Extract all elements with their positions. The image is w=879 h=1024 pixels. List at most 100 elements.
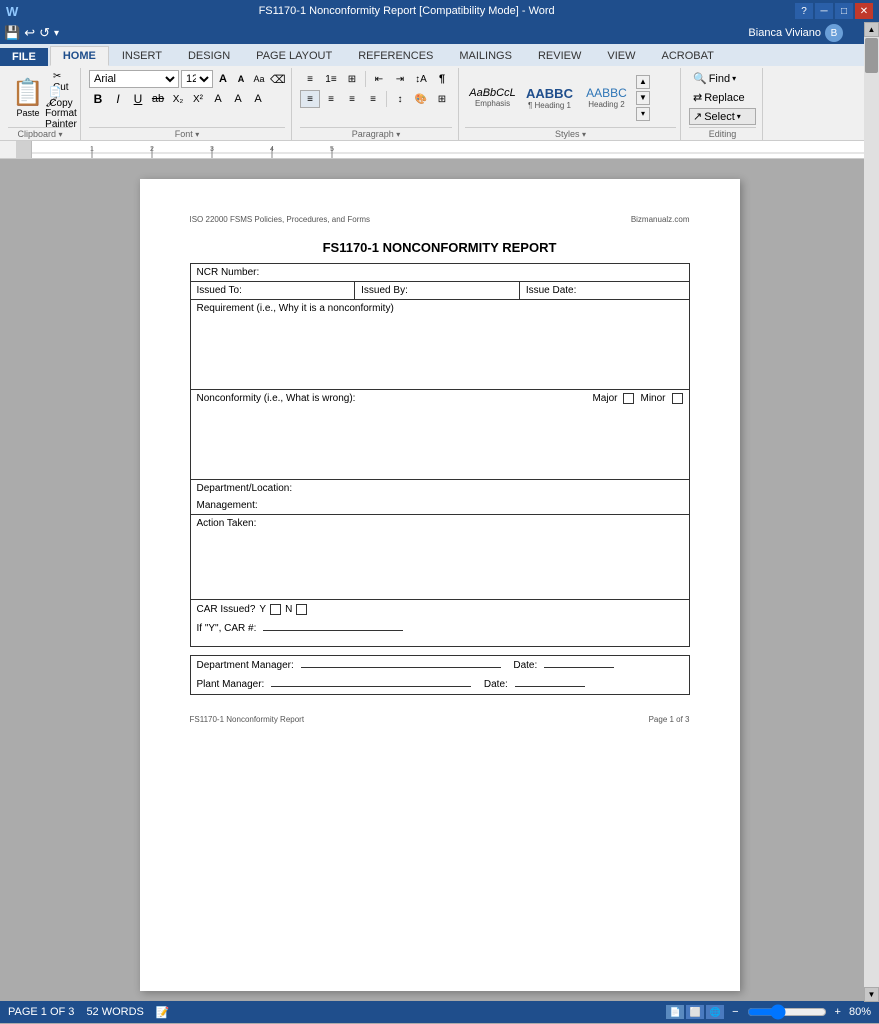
select-button[interactable]: ↗ Select ▾	[689, 108, 756, 125]
save-qat-button[interactable]: 💾	[4, 25, 20, 41]
superscript-button[interactable]: X²	[189, 90, 207, 108]
tab-home[interactable]: HOME	[50, 46, 109, 66]
styles-scroll-down[interactable]: ▼	[636, 91, 650, 105]
undo-qat-button[interactable]: ↩	[24, 25, 35, 41]
car-issued-cell: CAR Issued? Y N	[190, 600, 689, 620]
sort-button[interactable]: ↕A	[411, 70, 431, 88]
tab-file[interactable]: FILE	[0, 48, 48, 66]
tab-references[interactable]: REFERENCES	[345, 46, 446, 66]
font-size-selector[interactable]: 12	[181, 70, 213, 88]
align-right-button[interactable]: ≡	[342, 90, 362, 108]
redo-qat-button[interactable]: ↺	[39, 25, 50, 41]
dept-location-label: Department/Location:	[197, 483, 293, 494]
document-page: ISO 22000 FSMS Policies, Procedures, and…	[140, 179, 740, 991]
find-icon: 🔍	[693, 72, 707, 85]
tab-insert[interactable]: INSERT	[109, 46, 175, 66]
zoom-out-icon[interactable]: −	[732, 1006, 738, 1018]
date1-line	[544, 667, 614, 668]
header-right: Bizmanualz.com	[631, 215, 690, 224]
increase-indent-button[interactable]: ⇥	[390, 70, 410, 88]
web-layout-view[interactable]: 🌐	[706, 1005, 724, 1019]
replace-button[interactable]: ⇄ Replace	[689, 89, 756, 106]
shading-button[interactable]: 🎨	[411, 90, 431, 108]
tab-design[interactable]: DESIGN	[175, 46, 243, 66]
full-screen-view[interactable]: ⬜	[686, 1005, 704, 1019]
customize-qat-button[interactable]: ▾	[54, 28, 59, 39]
borders-button[interactable]: ⊞	[432, 90, 452, 108]
styles-group-label: Styles ▾	[465, 127, 676, 140]
scroll-down-button[interactable]: ▼	[864, 987, 879, 1002]
restore-button[interactable]: □	[835, 3, 853, 19]
car-n-label: N	[285, 604, 292, 615]
find-label: Find	[709, 73, 730, 85]
underline-button[interactable]: U	[129, 90, 147, 108]
decrease-indent-button[interactable]: ⇤	[369, 70, 389, 88]
justify-button[interactable]: ≡	[363, 90, 383, 108]
minimize-button[interactable]: ─	[815, 3, 833, 19]
align-left-button[interactable]: ≡	[300, 90, 320, 108]
align-center-button[interactable]: ≡	[321, 90, 341, 108]
page-info: PAGE 1 OF 3	[8, 1006, 74, 1018]
find-button[interactable]: 🔍 Find ▾	[689, 70, 756, 87]
bullets-button[interactable]: ≡	[300, 70, 320, 88]
format-painter-button[interactable]: 🖌 Format Painter	[50, 106, 72, 121]
tab-acrobat[interactable]: ACROBAT	[648, 46, 726, 66]
show-formatting-button[interactable]: ¶	[432, 70, 452, 88]
multilevel-button[interactable]: ⊞	[342, 70, 362, 88]
paste-button[interactable]: 📋 Paste	[8, 73, 48, 123]
strikethrough-button[interactable]: ab	[149, 90, 167, 108]
zoom-slider[interactable]	[747, 1008, 827, 1016]
document-area: ISO 22000 FSMS Policies, Procedures, and…	[0, 159, 879, 1001]
window-controls: ? ─ □ ✕	[795, 3, 873, 19]
scroll-up-button[interactable]: ▲	[864, 22, 879, 37]
styles-scroll-up[interactable]: ▲	[636, 75, 650, 89]
style-heading1-preview: AABBC	[526, 86, 573, 101]
subscript-button[interactable]: X₂	[169, 90, 187, 108]
clear-format-button[interactable]: ⌫	[269, 71, 285, 87]
font-shrink-button[interactable]: A	[233, 71, 249, 87]
page-header: ISO 22000 FSMS Policies, Procedures, and…	[190, 215, 690, 224]
car-number-row: If "Y", CAR #:	[190, 619, 689, 647]
font-grow-button[interactable]: A	[215, 71, 231, 87]
close-button[interactable]: ✕	[855, 3, 873, 19]
tab-mailings[interactable]: MAILINGS	[446, 46, 525, 66]
styles-more[interactable]: ▾	[636, 107, 650, 121]
issue-date-label: Issue Date:	[526, 285, 577, 296]
svg-text:4: 4	[270, 146, 274, 153]
word-icon: W	[6, 4, 18, 19]
editing-group-label: Editing	[689, 127, 756, 140]
clipboard-group: 📋 Paste ✂ Cut 📄 Copy 🖌 Format Painter Cl…	[0, 68, 81, 140]
change-case-button[interactable]: Aa	[251, 71, 267, 87]
word-count: 52 WORDS	[86, 1006, 143, 1018]
scroll-thumb[interactable]	[865, 38, 878, 73]
clipboard-label: Clipboard ▾	[8, 127, 72, 140]
title-bar: W FS1170-1 Nonconformity Report [Compati…	[0, 0, 879, 22]
plant-manager-label: Plant Manager:	[197, 679, 265, 690]
help-button[interactable]: ?	[795, 3, 813, 19]
text-effects-button[interactable]: A	[249, 90, 267, 108]
style-emphasis[interactable]: AaBbCcL Emphasis	[465, 84, 520, 111]
car-issued-row: CAR Issued? Y N	[190, 600, 689, 620]
footer-left: FS1170-1 Nonconformity Report	[190, 715, 305, 724]
style-heading1[interactable]: AABBC ¶ Heading 1	[522, 83, 577, 113]
style-emphasis-preview: AaBbCcL	[469, 87, 515, 99]
zoom-in-icon[interactable]: +	[835, 1006, 841, 1018]
line-spacing-button[interactable]: ↕	[390, 90, 410, 108]
major-label: Major	[592, 393, 617, 404]
issued-row: Issued To: Issued By: Issue Date:	[190, 282, 689, 300]
tab-view[interactable]: VIEW	[594, 46, 648, 66]
bold-button[interactable]: B	[89, 90, 107, 108]
ncr-row: NCR Number:	[190, 264, 689, 282]
font-color-button[interactable]: A	[209, 90, 227, 108]
nonconformity-row: Nonconformity (i.e., What is wrong): Maj…	[190, 390, 689, 480]
tab-page-layout[interactable]: PAGE LAYOUT	[243, 46, 345, 66]
numbering-button[interactable]: 1≡	[321, 70, 341, 88]
spacer-row	[190, 647, 689, 656]
tab-review[interactable]: REVIEW	[525, 46, 594, 66]
highlight-button[interactable]: A	[229, 90, 247, 108]
user-area: Bianca Viviano B	[742, 22, 849, 44]
italic-button[interactable]: I	[109, 90, 127, 108]
style-heading2[interactable]: AABBC Heading 2	[579, 83, 634, 112]
font-family-selector[interactable]: Arial	[89, 70, 179, 88]
print-layout-view[interactable]: 📄	[666, 1005, 684, 1019]
